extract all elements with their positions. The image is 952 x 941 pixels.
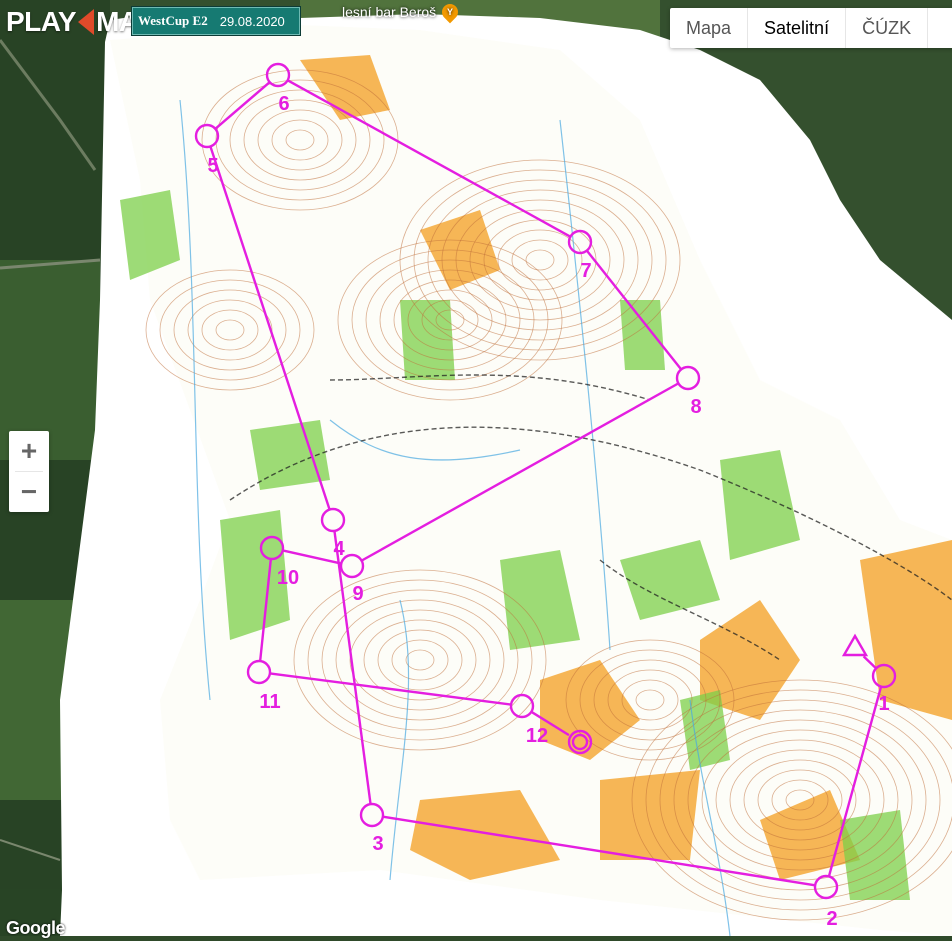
poi-label: lesní bar Beroš bbox=[342, 4, 437, 20]
map-type-more[interactable] bbox=[928, 8, 952, 48]
map-viewport[interactable]: 1 2 3 4 5 6 7 8 9 10 11 12 PLAY MAP WestCup E2 29.0… bbox=[0, 0, 952, 938]
poi-marker[interactable]: lesní bar Beroš Y bbox=[342, 0, 462, 24]
open-land-patch bbox=[600, 770, 700, 860]
control-number: 11 bbox=[259, 691, 280, 713]
control-number: 3 bbox=[372, 833, 383, 855]
control-number: 9 bbox=[352, 583, 363, 605]
control-number: 7 bbox=[580, 260, 591, 282]
event-name: WestCup E2 bbox=[138, 13, 208, 28]
zoom-control: + − bbox=[9, 431, 49, 512]
control-number: 6 bbox=[278, 93, 289, 115]
event-date: 29.08.2020 bbox=[219, 13, 285, 29]
control-number: 10 bbox=[277, 567, 299, 589]
orienteering-map[interactable]: 123456789101112 bbox=[0, 0, 952, 936]
map-type-cuzk[interactable]: ČÚZK bbox=[846, 8, 929, 48]
bar-pin-icon[interactable]: Y bbox=[438, 0, 462, 24]
control-number: 1 bbox=[878, 693, 889, 715]
control-number: 4 bbox=[333, 538, 345, 560]
map-type-control: Mapa Satelitní ČÚZK bbox=[670, 8, 952, 48]
zoom-out-button[interactable]: − bbox=[9, 472, 49, 512]
control-number: 8 bbox=[690, 396, 701, 418]
map-type-mapa[interactable]: Mapa bbox=[670, 8, 749, 48]
logo-flag-icon bbox=[78, 9, 95, 35]
logo-text-play: PLAY bbox=[6, 6, 77, 37]
zoom-in-button[interactable]: + bbox=[9, 431, 49, 471]
event-badge[interactable]: WestCup E2 29.08.2020 bbox=[131, 6, 301, 36]
map-type-satellite[interactable]: Satelitní bbox=[748, 8, 847, 48]
control-number: 12 bbox=[526, 725, 548, 747]
control-number: 5 bbox=[207, 155, 218, 177]
control-number: 2 bbox=[826, 908, 837, 930]
